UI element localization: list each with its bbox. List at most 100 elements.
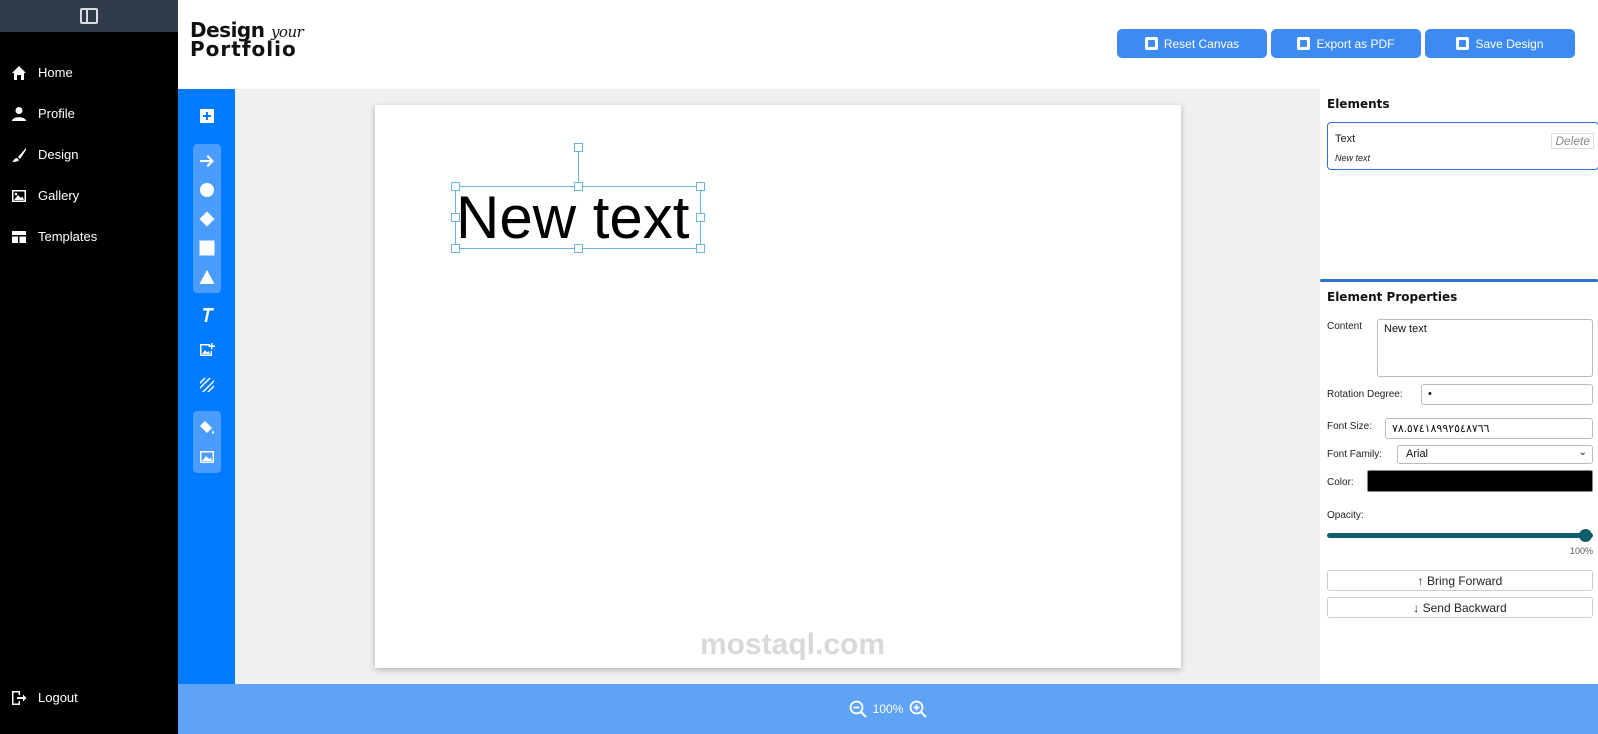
content-textarea[interactable]: New text (1377, 319, 1593, 377)
image-icon (199, 450, 214, 463)
canvas-area: New text (235, 89, 1320, 684)
send-backward-button[interactable]: ↓ Send Backward (1327, 597, 1593, 618)
sidebar-item-label: Gallery (38, 188, 80, 203)
circle-tool[interactable] (193, 175, 221, 204)
resize-handle-e[interactable] (696, 213, 705, 222)
save-design-label: Save Design (1475, 36, 1544, 51)
rectangle-tool[interactable] (193, 233, 221, 262)
user-icon (10, 105, 28, 123)
sidebar-item-label: Home (38, 65, 73, 80)
resize-handle-nw[interactable] (451, 182, 460, 191)
zoom-controls: 100% (178, 700, 1598, 718)
export-pdf-button[interactable]: Export as PDF (1271, 29, 1421, 58)
triangle-icon (199, 269, 214, 284)
logout-label: Logout (38, 690, 78, 705)
paint-bucket-icon (199, 420, 214, 434)
font-size-label: Font Size: (1327, 421, 1373, 432)
shape-tools-group (192, 144, 221, 293)
brush-icon (10, 146, 28, 164)
sidebar: Home Profile Design Gallery Templates Lo… (0, 0, 178, 734)
text-italic-icon (201, 308, 214, 322)
bring-forward-button[interactable]: ↑ Bring Forward (1327, 570, 1593, 591)
opacity-value: 100% (1570, 546, 1594, 556)
plus-square-icon (199, 109, 214, 123)
zoom-bar: 100% (178, 684, 1598, 734)
opacity-slider-track[interactable] (1327, 533, 1593, 538)
logout-icon (10, 689, 28, 707)
text-tool[interactable] (193, 301, 221, 329)
resize-handle-s[interactable] (574, 244, 583, 253)
sidebar-item-label: Templates (38, 229, 98, 244)
sidebar-item-templates[interactable]: Templates (0, 216, 178, 257)
reset-canvas-label: Reset Canvas (1163, 36, 1240, 51)
sidebar-toggle-icon[interactable] (80, 8, 98, 24)
font-size-input[interactable]: ٧٨.٥٧٤١٨٩٩٢٥٤٨٧٦٦ (1385, 418, 1593, 439)
app-logo: Design your Portfolio (190, 20, 304, 61)
logo-line2: Portfolio (190, 37, 297, 61)
diamond-icon (199, 211, 214, 226)
rotate-handle[interactable] (574, 143, 583, 152)
sidebar-item-label: Design (38, 147, 79, 162)
header: Design your Portfolio Reset Canvas Expor… (178, 0, 1598, 89)
chevron-down-icon: ⌄ (1578, 447, 1587, 458)
resize-handle-w[interactable] (451, 213, 460, 222)
resize-handle-ne[interactable] (696, 182, 705, 191)
add-element-button[interactable] (193, 102, 221, 130)
color-label: Color: (1327, 477, 1354, 488)
zoom-in-icon[interactable] (909, 700, 928, 718)
diamond-tool[interactable] (193, 204, 221, 233)
floppy-disk-icon (1456, 37, 1470, 50)
rotation-input[interactable]: • (1421, 384, 1593, 405)
properties-panel: Elements Text New text Delete Element Pr… (1320, 89, 1598, 684)
refresh-icon (1144, 37, 1158, 50)
save-design-button[interactable]: Save Design (1425, 29, 1575, 58)
elements-title: Elements (1327, 97, 1390, 111)
resize-handle-se[interactable] (696, 244, 705, 253)
opacity-label: Opacity: (1327, 510, 1364, 521)
resize-handle-n[interactable] (574, 182, 583, 191)
text-element-content: New text (456, 184, 690, 251)
fill-color-tool[interactable] (193, 413, 221, 442)
color-picker[interactable] (1367, 470, 1593, 492)
image-plus-icon (199, 343, 215, 356)
arrow-tool[interactable] (193, 146, 221, 175)
image-icon (10, 187, 28, 205)
fill-tools-group (192, 411, 221, 473)
home-icon (10, 64, 28, 82)
square-icon (199, 240, 214, 255)
sidebar-item-profile[interactable]: Profile (0, 93, 178, 134)
document-icon (1297, 37, 1311, 50)
element-type: Text (1335, 133, 1356, 145)
sidebar-item-home[interactable]: Home (0, 52, 178, 93)
zoom-level: 100% (872, 702, 904, 716)
logout-button[interactable]: Logout (0, 677, 178, 718)
zoom-out-icon[interactable] (849, 700, 867, 718)
triangle-tool[interactable] (193, 262, 221, 291)
element-list-item[interactable]: Text New text Delete (1327, 122, 1598, 170)
sidebar-item-design[interactable]: Design (0, 134, 178, 175)
template-icon (10, 228, 28, 246)
font-family-label: Font Family: (1327, 449, 1383, 460)
background-image-tool[interactable] (193, 442, 221, 471)
pattern-tool[interactable] (193, 371, 221, 399)
font-family-select[interactable]: Arial ⌄ (1397, 445, 1593, 464)
reset-canvas-button[interactable]: Reset Canvas (1117, 29, 1267, 58)
delete-button[interactable]: Delete (1551, 133, 1594, 149)
pattern-stripes-icon (199, 378, 214, 392)
tool-palette (178, 89, 235, 684)
sidebar-item-label: Profile (38, 106, 75, 121)
element-properties-title: Element Properties (1327, 290, 1458, 304)
export-pdf-label: Export as PDF (1316, 36, 1395, 51)
add-image-tool[interactable] (193, 336, 221, 364)
content-label: Content (1327, 321, 1363, 332)
font-family-value: Arial (1406, 448, 1429, 460)
panel-divider (1320, 279, 1598, 282)
sidebar-header (0, 0, 178, 32)
circle-icon (199, 182, 214, 197)
opacity-slider-thumb[interactable] (1579, 529, 1592, 542)
design-canvas[interactable]: New text (375, 105, 1181, 668)
sidebar-item-gallery[interactable]: Gallery (0, 175, 178, 216)
rotation-label: Rotation Degree: (1327, 389, 1403, 400)
resize-handle-sw[interactable] (451, 244, 460, 253)
text-element-selected[interactable]: New text (451, 143, 705, 253)
